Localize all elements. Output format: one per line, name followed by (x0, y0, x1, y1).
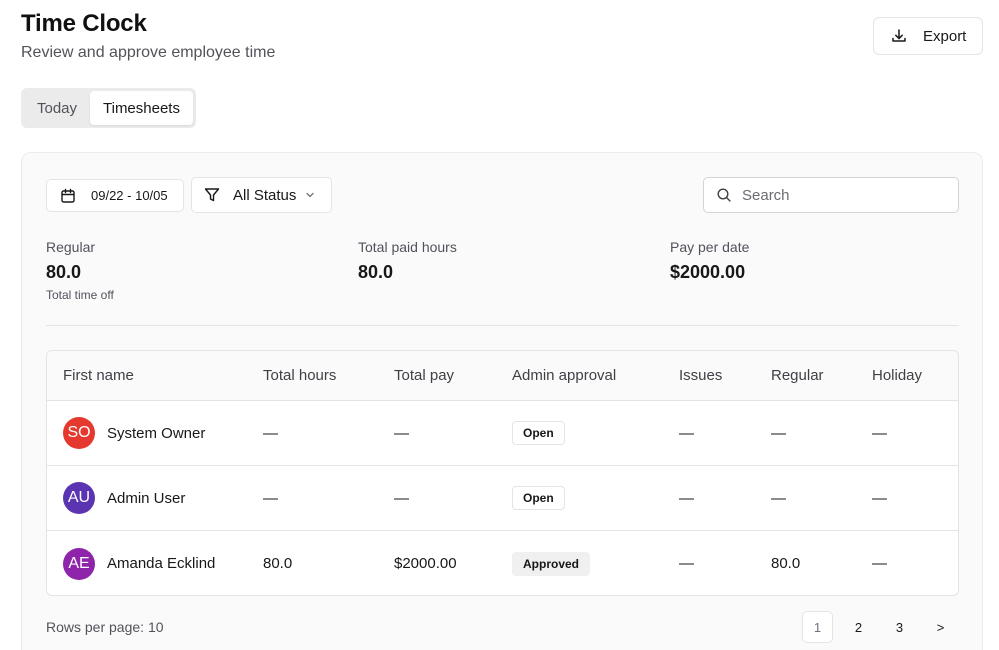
download-icon (892, 29, 906, 42)
stat-total-paid-value: 80.0 (358, 262, 394, 282)
page-subtitle: Review and approve employee time (21, 44, 276, 61)
stat-regular-label: Regular (46, 239, 96, 255)
divider (46, 325, 959, 326)
date-range-button[interactable]: 09/22 - 10/05 (46, 179, 184, 212)
page-button-2[interactable]: 2 (843, 611, 874, 643)
status-badge: Open (512, 421, 565, 445)
column-header-holiday[interactable]: Holiday (872, 351, 922, 400)
employee-cell: AU Admin User (63, 466, 185, 530)
employee-name: Admin User (107, 489, 186, 507)
chevron-down-icon (306, 192, 315, 198)
table-header: First name Total hours Total pay Admin a… (47, 351, 958, 401)
holiday-cell: — (872, 424, 887, 442)
stat-total-paid-hours: Total paid hours 80.0 (358, 239, 457, 283)
regular-cell: 80.0 (771, 555, 801, 572)
status-filter-label: All Status (233, 186, 297, 204)
status-badge: Approved (512, 551, 591, 576)
employee-name: System Owner (107, 424, 206, 442)
page-button-1[interactable]: 1 (802, 611, 833, 643)
tab-today[interactable]: Today (24, 91, 90, 125)
regular-cell: — (771, 424, 786, 442)
avatar: AU (63, 482, 95, 514)
total-pay-cell: $2000.00 (394, 555, 457, 572)
table-row[interactable]: AE Amanda Ecklind 80.0 $2000.00 Approved… (47, 531, 958, 595)
column-header-issues[interactable]: Issues (679, 351, 722, 400)
status-filter-dropdown[interactable]: All Status (191, 177, 332, 213)
column-header-regular[interactable]: Regular (771, 351, 824, 400)
column-header-total-hours[interactable]: Total hours (263, 351, 336, 400)
approval-cell: Open (512, 401, 565, 465)
total-hours-cell: 80.0 (263, 555, 293, 572)
rows-per-page[interactable]: Rows per page: 10 (46, 619, 164, 635)
approval-cell: Open (512, 466, 565, 530)
employee-cell: SO System Owner (63, 401, 205, 465)
page-header: Time Clock Review and approve employee t… (21, 10, 275, 63)
timesheet-table: First name Total hours Total pay Admin a… (46, 350, 959, 596)
stat-regular-value: 80.0 (46, 262, 82, 282)
calendar-icon (61, 188, 75, 203)
total-hours-cell: — (263, 489, 278, 507)
view-tabs: Today Timesheets (21, 88, 196, 128)
holiday-cell: — (872, 489, 887, 507)
regular-cell: — (771, 489, 786, 507)
status-badge: Open (512, 486, 565, 510)
total-pay-cell: — (394, 424, 409, 442)
search-input[interactable] (742, 186, 942, 204)
timesheets-panel: 09/22 - 10/05 All Status Regular 80.0 To… (21, 152, 983, 650)
employee-cell: AE Amanda Ecklind (63, 531, 216, 595)
stat-total-paid-label: Total paid hours (358, 239, 457, 255)
export-label: Export (923, 27, 967, 45)
column-header-total-pay[interactable]: Total pay (394, 351, 454, 400)
stat-pay-label: Pay per date (670, 239, 750, 255)
export-button[interactable]: Export (873, 17, 983, 55)
avatar: SO (63, 417, 95, 449)
column-header-first-name[interactable]: First name (63, 351, 134, 400)
page-button-3[interactable]: 3 (884, 611, 915, 643)
issues-cell: — (679, 555, 694, 572)
stat-pay-value: $2000.00 (670, 262, 746, 282)
total-pay-cell: — (394, 489, 409, 507)
page-title: Time Clock (21, 10, 147, 37)
issues-cell: — (679, 424, 694, 442)
stat-time-off-label: Total time off (46, 288, 114, 302)
avatar: AE (63, 547, 95, 580)
date-range-label: 09/22 - 10/05 (91, 188, 168, 203)
pagination: 1 2 3 > (802, 611, 966, 643)
search-icon (717, 188, 731, 202)
next-page-button[interactable]: > (925, 611, 956, 643)
table-row[interactable]: AU Admin User — — Open — — — (47, 466, 958, 531)
employee-name: Amanda Ecklind (107, 555, 216, 572)
total-hours-cell: — (263, 424, 278, 442)
approval-cell: Approved (512, 531, 591, 595)
table-row[interactable]: SO System Owner — — Open — — — (47, 401, 958, 466)
filter-icon (204, 188, 220, 202)
column-header-admin-approval[interactable]: Admin approval (512, 351, 616, 400)
tab-timesheets[interactable]: Timesheets (90, 91, 193, 125)
search-box (703, 177, 959, 213)
holiday-cell: — (872, 555, 887, 572)
issues-cell: — (679, 489, 694, 507)
stat-pay-per-date: Pay per date $2000.00 (670, 239, 749, 283)
stat-regular: Regular 80.0 Total time off (46, 239, 114, 302)
